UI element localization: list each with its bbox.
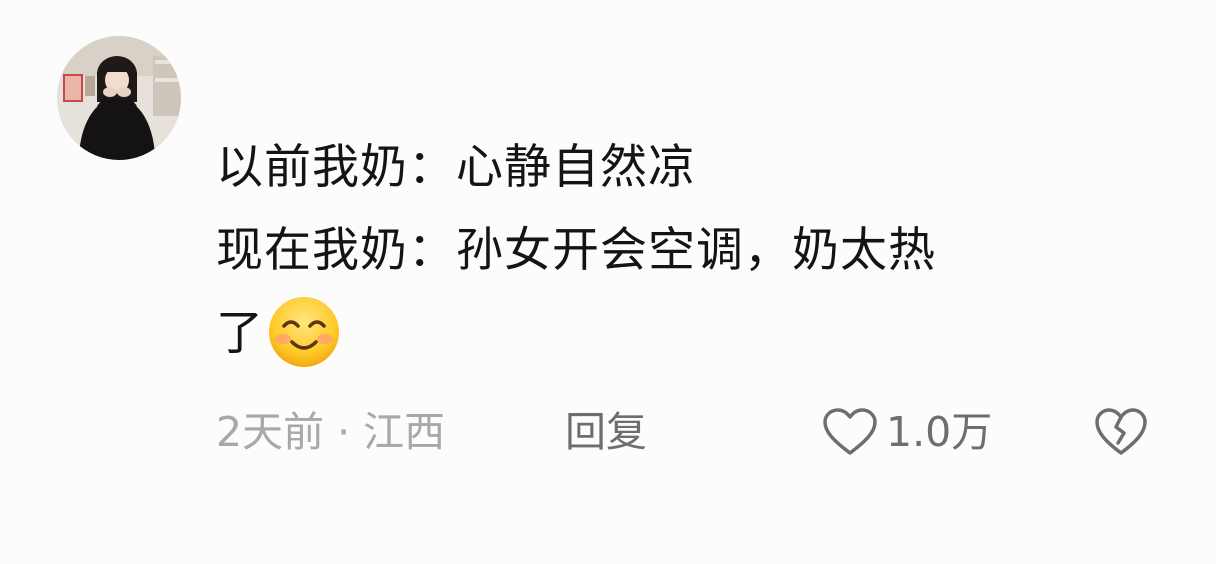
avatar[interactable] — [57, 36, 181, 160]
avatar-photo — [57, 36, 181, 160]
comment-line: 以前我奶：心静自然凉 — [216, 140, 696, 195]
reply-button[interactable]: 回复 — [565, 402, 647, 462]
like-count: 1.0万 — [886, 408, 993, 456]
comment-item: 以前我奶：心静自然凉 现在我奶：孙女开会空调，奶太热 了 2天前 · 江西 回复 — [0, 0, 1216, 564]
comment-line: 了 — [216, 292, 1176, 375]
broken-heart-icon — [1095, 408, 1147, 455]
comment-text: 以前我奶：心静自然凉 现在我奶：孙女开会空调，奶太热 了 — [216, 126, 1176, 375]
heart-outline-icon — [823, 408, 877, 455]
smiling-face-emoji-icon — [269, 296, 339, 367]
comment-line-text: 了 — [216, 306, 264, 361]
comment-meta: 2天前 · 江西 — [216, 408, 446, 456]
dislike-button[interactable] — [1092, 402, 1150, 462]
comment-line: 现在我奶：孙女开会空调，奶太热 — [216, 223, 936, 278]
like-button[interactable]: 1.0万 — [822, 402, 992, 462]
